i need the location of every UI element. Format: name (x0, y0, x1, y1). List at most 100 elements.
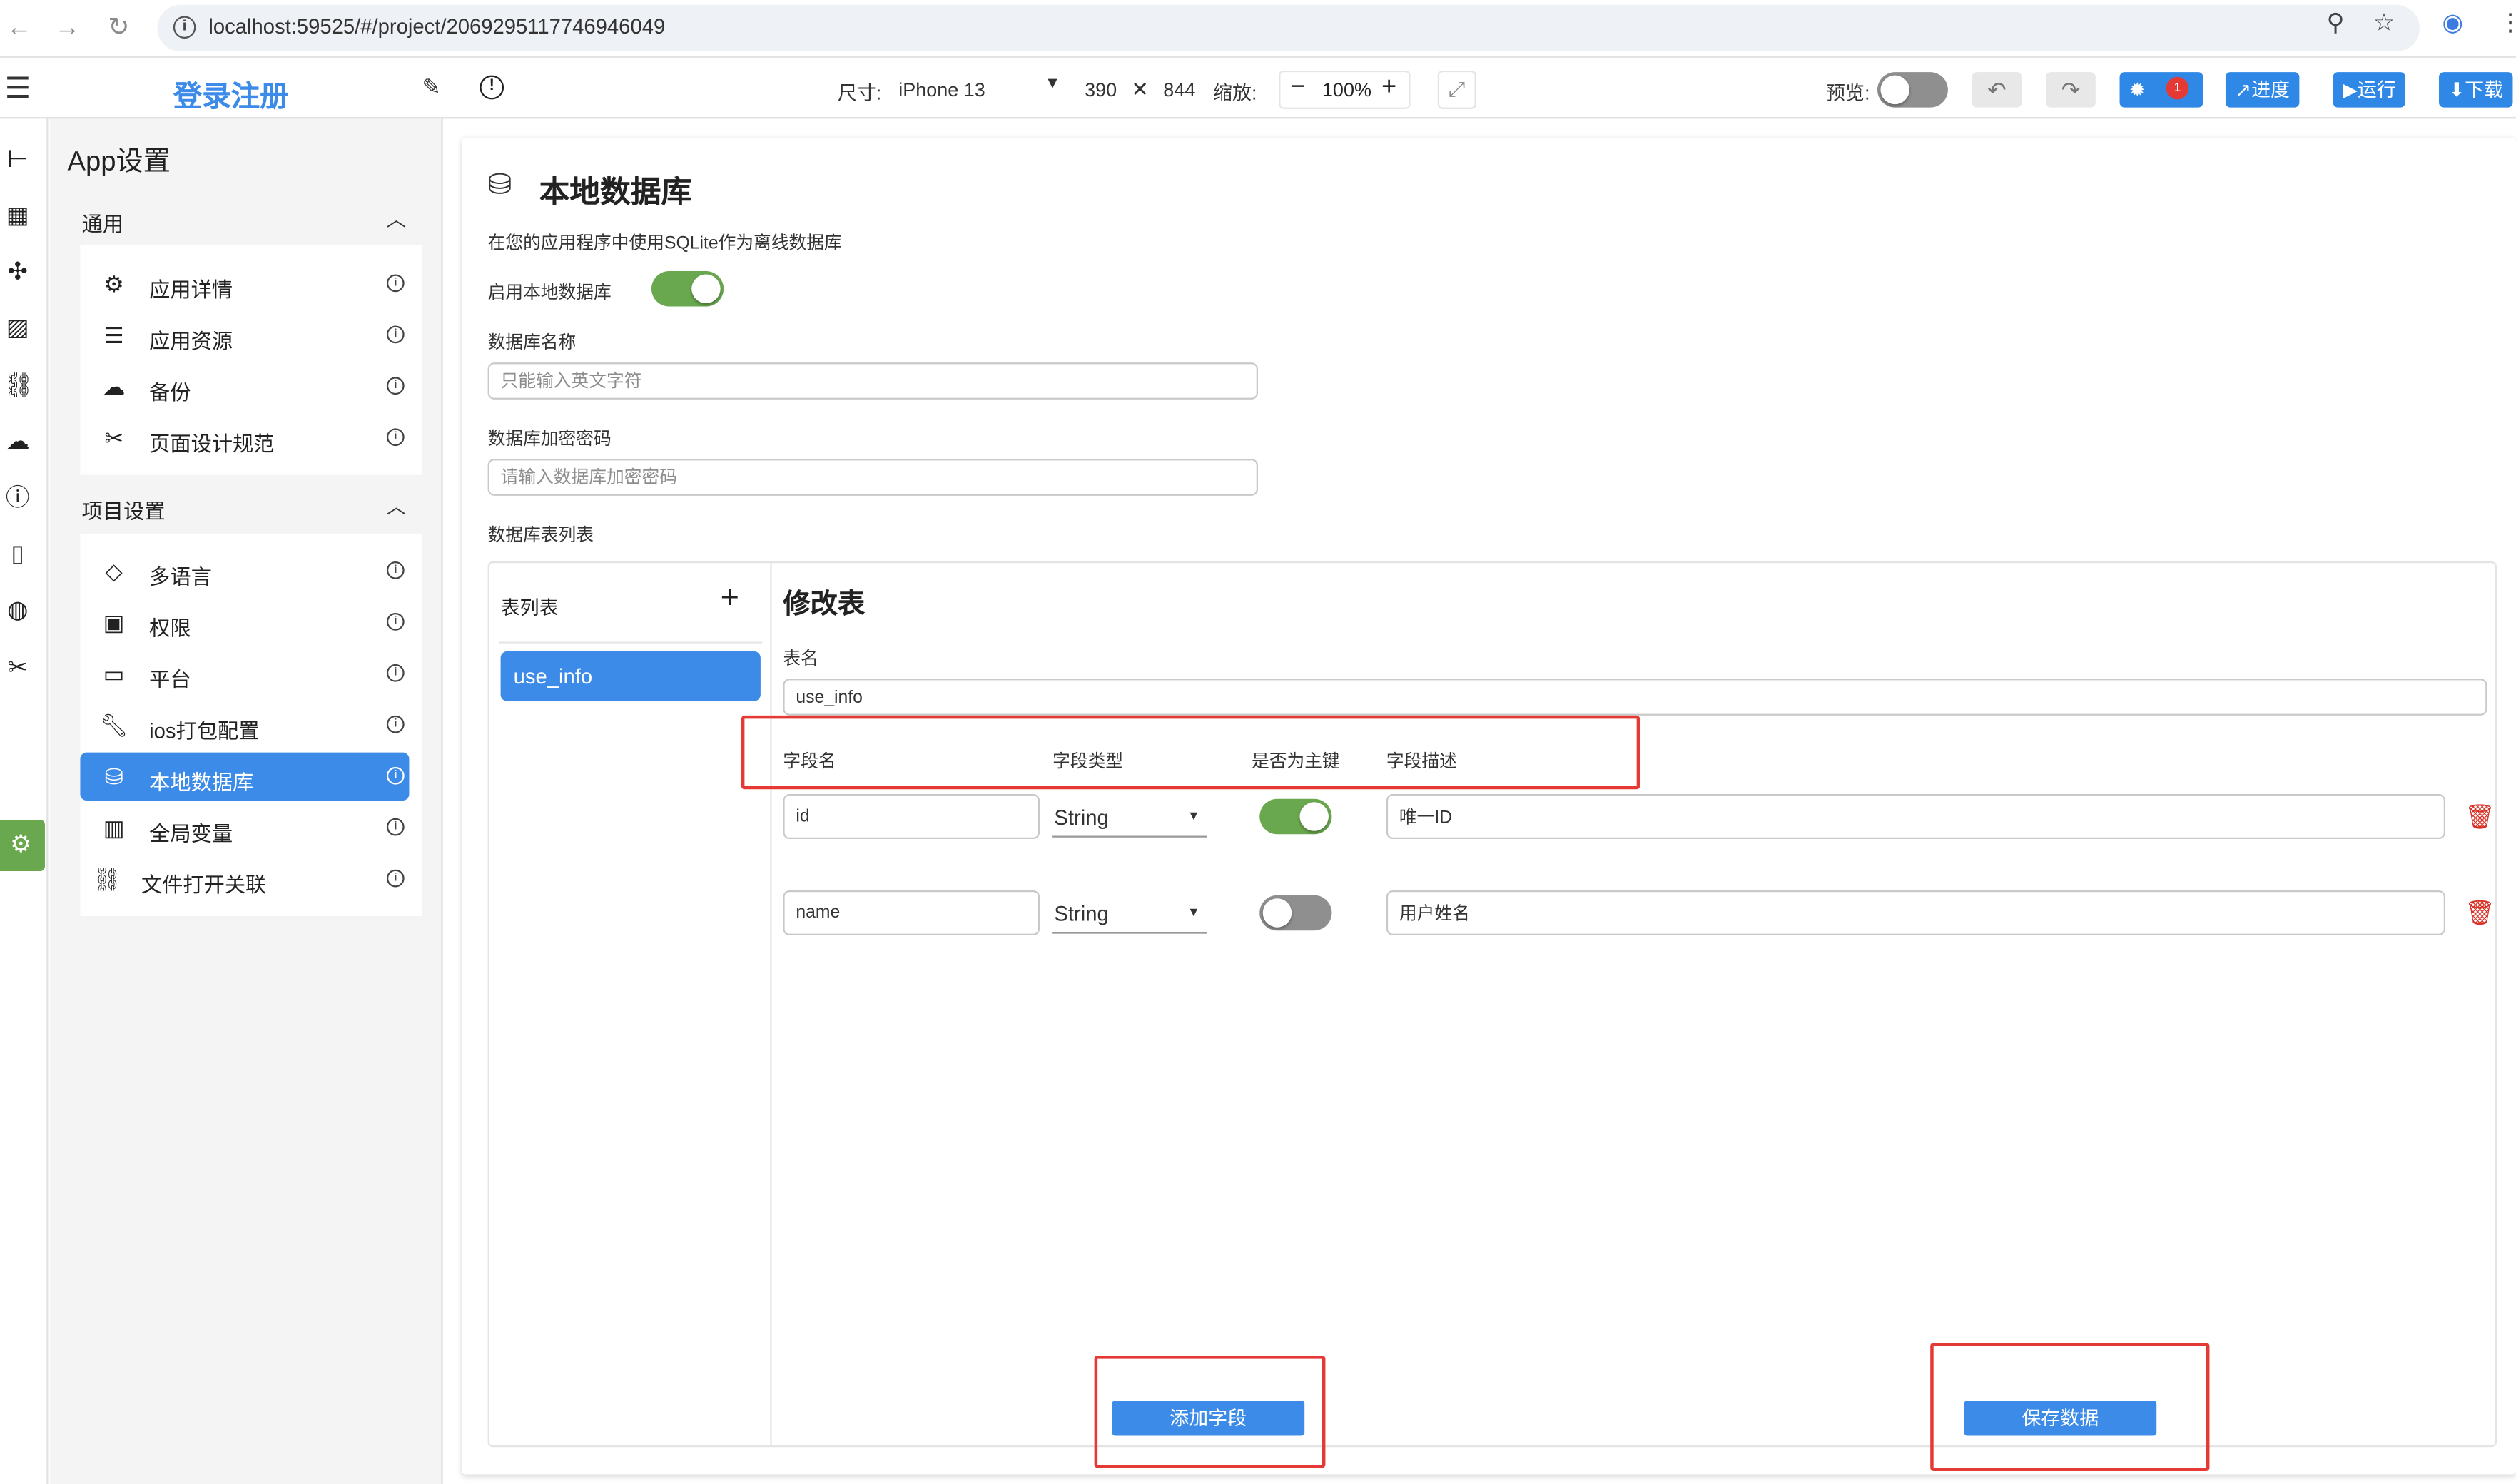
trend-icon: ↗ (2235, 78, 2252, 101)
alert-icon[interactable]: ! (480, 75, 504, 100)
db-tables-label: 数据库表列表 (487, 526, 594, 546)
settings-item-platform[interactable]: ▭ 平台 i (80, 650, 409, 698)
run-button[interactable]: ▶运行 (2333, 72, 2406, 108)
reload-icon[interactable]: ↻ (99, 9, 138, 48)
menu-icon[interactable]: ☰ (5, 72, 31, 106)
address-bar[interactable]: i localhost:59525/#/project/206929511774… (157, 4, 2420, 51)
device-select[interactable]: iPhone 13 (898, 78, 985, 101)
wrench-icon: 🔧︎ (99, 712, 128, 738)
db-password-input[interactable] (487, 459, 1258, 496)
widgets-icon[interactable]: ▦ (3, 202, 31, 230)
item-label: 本地数据库 (149, 770, 254, 795)
item-label: ios打包配置 (149, 718, 260, 743)
download-button[interactable]: ⬇下载 (2439, 72, 2513, 108)
tools-icon[interactable]: ✂ (3, 654, 31, 683)
delete-field-icon[interactable]: 🗑︎ (2465, 802, 2495, 831)
browser-menu-icon[interactable]: ⋮ (2498, 8, 2516, 36)
info-icon[interactable]: i (386, 612, 405, 631)
link-icon[interactable]: ⛓ (3, 372, 34, 401)
info-icon[interactable]: i (386, 664, 405, 682)
field-name-input[interactable] (783, 890, 1040, 935)
settings-item-local-database[interactable]: ⛁ 本地数据库 i (80, 752, 410, 801)
cloud-db-icon[interactable]: ☁ (3, 428, 31, 457)
edit-table-title: 修改表 (783, 589, 866, 619)
play-icon: ▶ (2343, 78, 2358, 101)
app-toolbar: ☰ 登录注册 ✎ ! 尺寸: iPhone 13 ▼ 390 ✕ 844 缩放:… (0, 59, 2516, 119)
annotation-box-add-field (1094, 1356, 1326, 1468)
info-icon[interactable]: i (386, 561, 405, 579)
info-icon[interactable]: i (386, 428, 405, 447)
info-icon[interactable]: i (386, 715, 405, 733)
primary-key-toggle[interactable] (1259, 798, 1332, 835)
add-table-icon[interactable]: + (721, 581, 739, 618)
field-description-input[interactable] (1386, 794, 2446, 840)
info-icon[interactable]: i (386, 869, 405, 888)
forward-icon[interactable]: → (48, 9, 86, 48)
settings-item-app-resources[interactable]: ☰ 应用资源 i (80, 311, 409, 359)
progress-label: 进度 (2251, 78, 2291, 101)
table-name-input[interactable] (783, 679, 2487, 716)
zoom-in-icon[interactable]: + (1381, 73, 1396, 102)
left-rail: ⊢ ▦ ✣ ▨ ⛓ ☁ ⓘ ▯ ◍ ✂ ⚙ (0, 118, 49, 1484)
zoom-icon[interactable]: ⚲ (2327, 8, 2345, 36)
db-password-label: 数据库加密密码 (487, 430, 612, 449)
zoom-out-icon[interactable]: − (1290, 73, 1305, 102)
chevron-up-icon[interactable]: ︿ (387, 492, 406, 519)
settings-item-file-association[interactable]: ⛓ 文件打开关联 i (80, 855, 409, 903)
times-icon: ✕ (1131, 76, 1149, 101)
database-icon: ⛁ (487, 168, 512, 201)
info-icon[interactable]: i (386, 325, 405, 344)
image-icon[interactable]: ▨ (3, 315, 31, 343)
puzzle-icon[interactable]: ✣ (3, 258, 31, 287)
tree-icon[interactable]: ⊢ (3, 146, 31, 175)
section-project-header[interactable]: 项目设置 (82, 494, 166, 525)
redo-icon[interactable]: ↷ (2046, 72, 2096, 108)
site-info-icon[interactable]: i (173, 16, 196, 39)
palette-icon[interactable]: ◍ (3, 596, 31, 625)
delete-field-icon[interactable]: 🗑︎ (2465, 898, 2495, 927)
fit-screen-icon[interactable]: ⤢ (1437, 70, 1476, 109)
info-icon[interactable]: ⓘ (3, 484, 31, 513)
settings-item-app-details[interactable]: ⚙ 应用详情 i (80, 260, 409, 308)
list-check-icon: ☰ (103, 322, 124, 348)
debug-button[interactable]: ✹ (2119, 72, 2203, 108)
page-title: 本地数据库 (539, 176, 692, 210)
rail-item-settings[interactable]: ⚙ (0, 820, 45, 871)
db-name-input[interactable] (487, 362, 1258, 400)
gear-cog-icon: ⚙ (103, 271, 124, 297)
chevron-up-icon[interactable]: ︿ (387, 205, 406, 233)
chevron-down-icon[interactable]: ▼ (1045, 76, 1060, 93)
settings-item-languages[interactable]: ◇ 多语言 i (80, 547, 409, 595)
settings-item-design-guide[interactable]: ✂ 页面设计规范 i (80, 414, 409, 462)
preview-toggle[interactable] (1877, 72, 1948, 108)
field-type-value: String (1054, 901, 1109, 926)
table-list-item[interactable]: use_info (500, 651, 761, 701)
field-type-select[interactable]: String ▼ (1052, 798, 1207, 838)
settings-item-backup[interactable]: ☁ 备份 i (80, 362, 409, 410)
undo-icon[interactable]: ↶ (1972, 72, 2022, 108)
settings-item-ios-build[interactable]: 🔧︎ ios打包配置 i (80, 701, 409, 749)
info-icon[interactable]: i (386, 818, 405, 836)
enable-db-toggle[interactable] (651, 271, 724, 307)
devices-icon: ▭ (103, 661, 125, 687)
back-icon[interactable]: ← (0, 9, 39, 48)
edit-pencil-icon[interactable]: ✎ (422, 73, 440, 101)
field-name-input[interactable] (783, 794, 1040, 840)
info-icon[interactable]: i (386, 274, 405, 293)
bug-count-badge: 1 (2166, 76, 2189, 100)
height-value[interactable]: 844 (1163, 78, 1195, 101)
profile-icon[interactable]: ◉ (2443, 8, 2463, 36)
bookmark-star-icon[interactable]: ☆ (2373, 8, 2395, 36)
mobile-icon[interactable]: ▯ (3, 541, 31, 569)
primary-key-toggle[interactable] (1259, 895, 1332, 931)
settings-item-permissions[interactable]: ▣ 权限 i (80, 599, 409, 646)
info-icon[interactable]: i (386, 766, 405, 785)
field-description-input[interactable] (1386, 890, 2446, 935)
width-value[interactable]: 390 (1085, 78, 1117, 101)
item-label: 平台 (149, 667, 191, 692)
info-icon[interactable]: i (386, 377, 405, 395)
progress-button[interactable]: ↗进度 (2225, 72, 2300, 108)
section-general-header[interactable]: 通用 (82, 207, 124, 238)
settings-item-global-variables[interactable]: ▥ 全局变量 i (80, 804, 409, 852)
field-type-select[interactable]: String ▼ (1052, 893, 1207, 934)
